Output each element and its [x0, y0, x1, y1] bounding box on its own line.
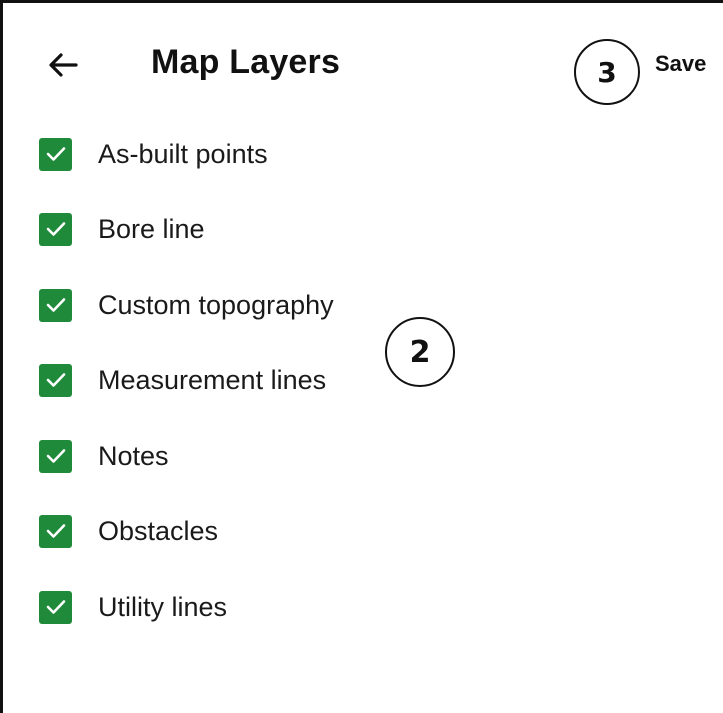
- checkbox-checked[interactable]: [39, 288, 72, 322]
- layer-item-as-built-points[interactable]: As-built points: [3, 126, 563, 182]
- checkmark-icon: [46, 524, 65, 538]
- map-layers-screen: Map Layers Save 3 As-built points Bore l…: [0, 0, 723, 713]
- checkmark-icon: [46, 222, 65, 236]
- checkbox-checked[interactable]: [39, 212, 72, 246]
- annotation-callout-2: 2: [385, 317, 455, 387]
- checkbox-checked[interactable]: [39, 363, 72, 397]
- checkmark-icon: [46, 449, 65, 463]
- layer-label: Notes: [98, 440, 169, 471]
- checkbox-checked[interactable]: [39, 514, 72, 548]
- layer-label: Obstacles: [98, 515, 219, 546]
- layer-label: Measurement lines: [98, 364, 327, 395]
- layer-item-notes[interactable]: Notes: [3, 428, 563, 484]
- layer-label: As-built points: [98, 138, 268, 169]
- layer-label: Utility lines: [98, 591, 228, 622]
- layer-label: Bore line: [98, 213, 205, 244]
- layer-item-utility-lines[interactable]: Utility lines: [3, 579, 563, 635]
- save-button[interactable]: Save: [655, 51, 706, 77]
- checkmark-icon: [46, 373, 65, 387]
- checkmark-icon: [46, 147, 65, 161]
- layer-item-bore-line[interactable]: Bore line: [3, 201, 563, 257]
- layer-item-custom-topography[interactable]: Custom topography: [3, 277, 563, 333]
- back-button[interactable]: [43, 45, 83, 85]
- layer-item-measurement-lines[interactable]: Measurement lines: [3, 352, 563, 408]
- checkbox-checked[interactable]: [39, 590, 72, 624]
- layer-label: Custom topography: [98, 289, 334, 320]
- page-title: Map Layers: [151, 43, 341, 81]
- checkbox-checked[interactable]: [39, 439, 72, 473]
- checkmark-icon: [46, 298, 65, 312]
- layer-item-obstacles[interactable]: Obstacles: [3, 503, 563, 559]
- annotation-callout-3: 3: [574, 39, 640, 105]
- arrow-left-icon: [49, 53, 78, 77]
- checkmark-icon: [46, 600, 65, 614]
- checkbox-checked[interactable]: [39, 137, 72, 171]
